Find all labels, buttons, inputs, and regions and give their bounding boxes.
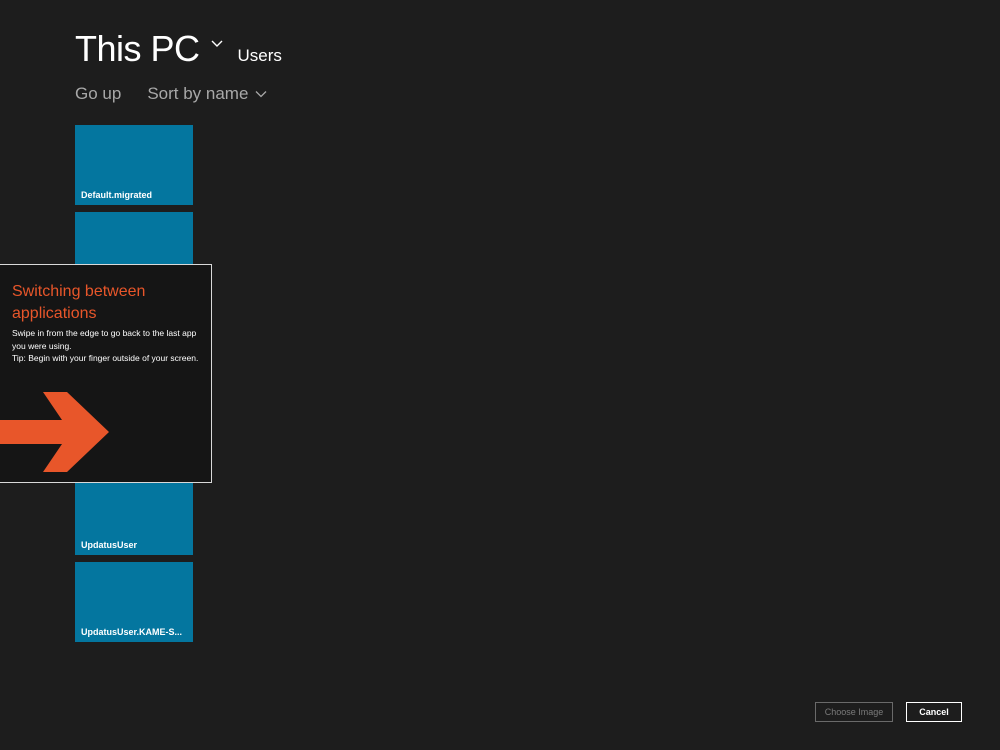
tip-body-line: Swipe in from the edge to go back to the… <box>12 328 197 351</box>
tip-title: Switching between applications <box>12 283 146 322</box>
file-picker: This PC Users Go up Sort by name Default… <box>0 0 1000 750</box>
arrow-right-icon <box>0 392 109 472</box>
folder-tile-label: Default.migrated <box>81 190 153 200</box>
folder-tile-updatususer-kame[interactable]: UpdatusUser.KAME-S... <box>75 562 193 642</box>
folder-tile-label: UpdatusUser <box>81 540 138 550</box>
folder-tile-default-migrated[interactable]: Default.migrated <box>75 125 193 205</box>
tutorial-tip-popup: Switching between applications Swipe in … <box>0 264 212 483</box>
sort-label: Sort by name <box>147 84 249 103</box>
folder-tile-updatususer[interactable]: UpdatusUser <box>75 475 193 555</box>
go-up-button[interactable]: Go up <box>75 84 121 104</box>
cancel-button[interactable]: Cancel <box>906 702 962 722</box>
chevron-down-icon <box>255 91 267 98</box>
folder-tile-label: UpdatusUser.KAME-S... <box>81 627 183 637</box>
tip-body-line: Tip: Begin with your finger outside of y… <box>12 353 199 363</box>
choose-image-button[interactable]: Choose Image <box>815 702 893 722</box>
location-header[interactable]: This PC Users <box>75 28 282 70</box>
chevron-down-icon[interactable] <box>210 37 224 51</box>
tip-body: Swipe in from the edge to go back to the… <box>12 327 202 365</box>
sort-dropdown[interactable]: Sort by name <box>147 84 267 104</box>
location-title[interactable]: This PC <box>75 28 200 70</box>
command-bar: Go up Sort by name <box>75 84 267 104</box>
current-folder-label: Users <box>237 46 282 65</box>
